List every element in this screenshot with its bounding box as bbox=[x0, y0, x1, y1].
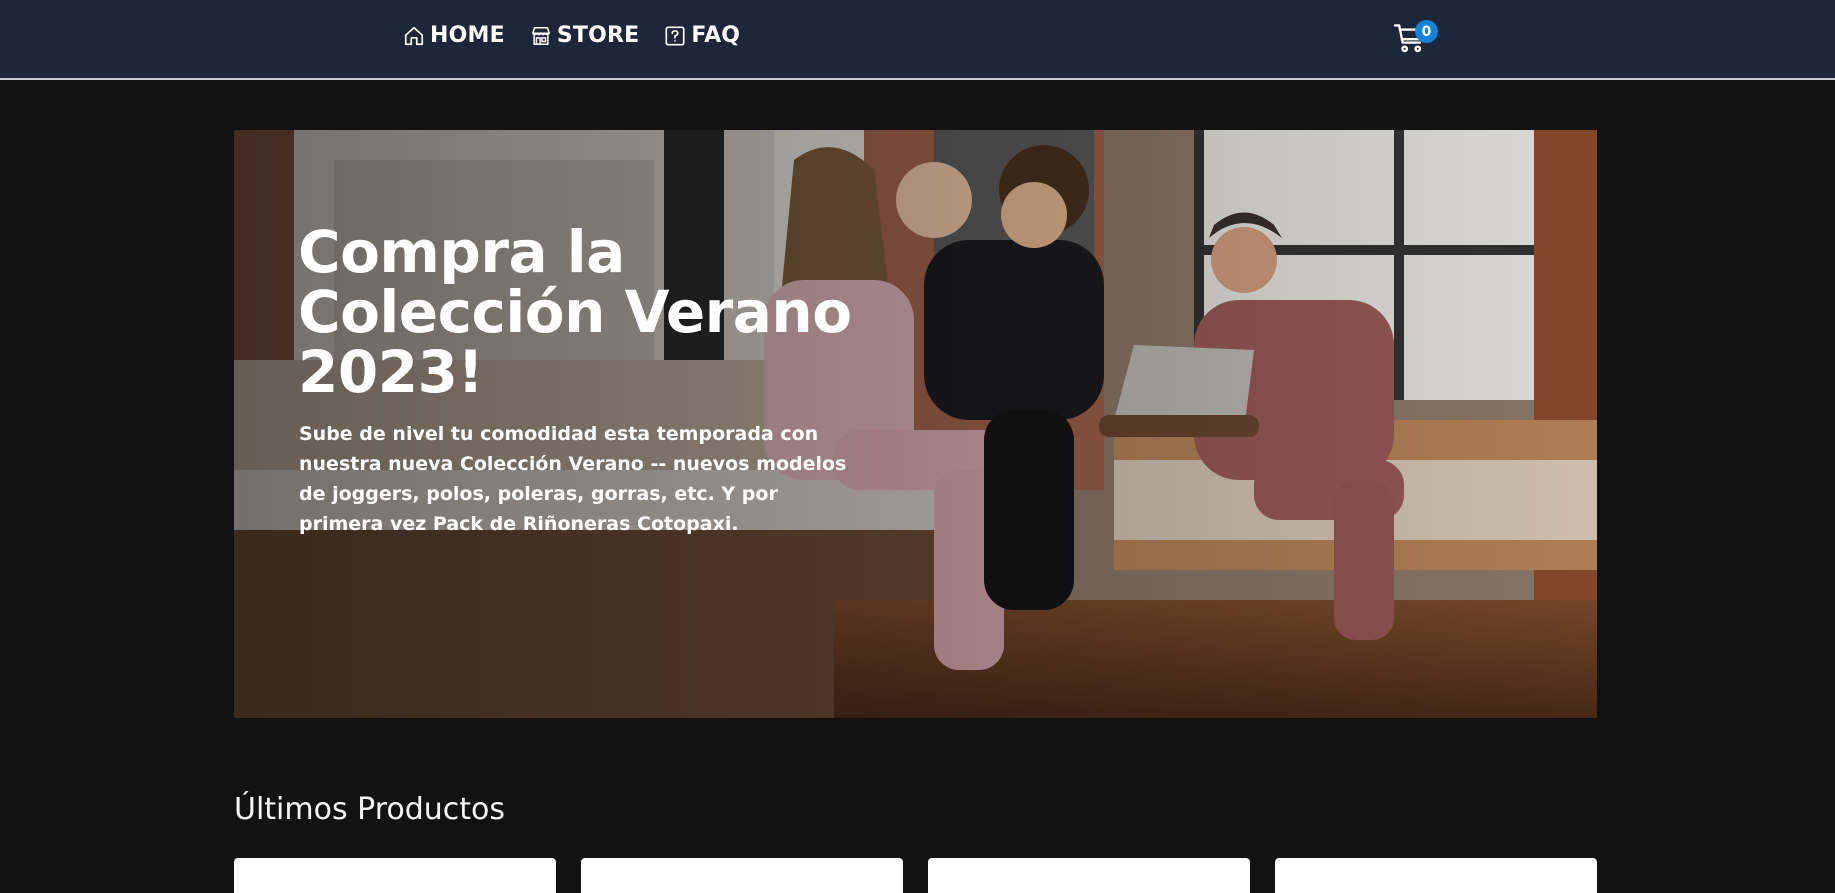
nav-faq-link[interactable]: FAQ bbox=[664, 23, 740, 48]
store-icon bbox=[531, 26, 550, 45]
cart-count-badge: 0 bbox=[1415, 20, 1438, 43]
nav-store-label: STORE bbox=[556, 23, 640, 48]
question-icon bbox=[665, 25, 685, 46]
hero-title: Compra la Colección Verano 2023! bbox=[298, 218, 852, 406]
product-card[interactable] bbox=[234, 858, 556, 893]
product-card[interactable] bbox=[928, 858, 1250, 893]
hero-banner: Compra la Colección Verano 2023! Sube de… bbox=[234, 130, 1597, 718]
hero-description: Sube de nivel tu comodidad esta temporad… bbox=[299, 423, 847, 535]
latest-products-title: Últimos Productos bbox=[234, 792, 506, 827]
nav-store-link[interactable]: STORE bbox=[530, 23, 640, 48]
main-nav: HOME STORE FAQ bbox=[403, 23, 740, 48]
cart-button[interactable]: 0 bbox=[1393, 20, 1441, 58]
top-navbar: HOME STORE FAQ 0 bbox=[0, 0, 1835, 80]
nav-home-link[interactable]: HOME bbox=[403, 23, 505, 48]
product-card[interactable] bbox=[1275, 858, 1597, 893]
nav-faq-label: FAQ bbox=[691, 23, 741, 48]
nav-home-label: HOME bbox=[430, 23, 505, 48]
product-card[interactable] bbox=[581, 858, 903, 893]
home-icon bbox=[404, 26, 424, 45]
